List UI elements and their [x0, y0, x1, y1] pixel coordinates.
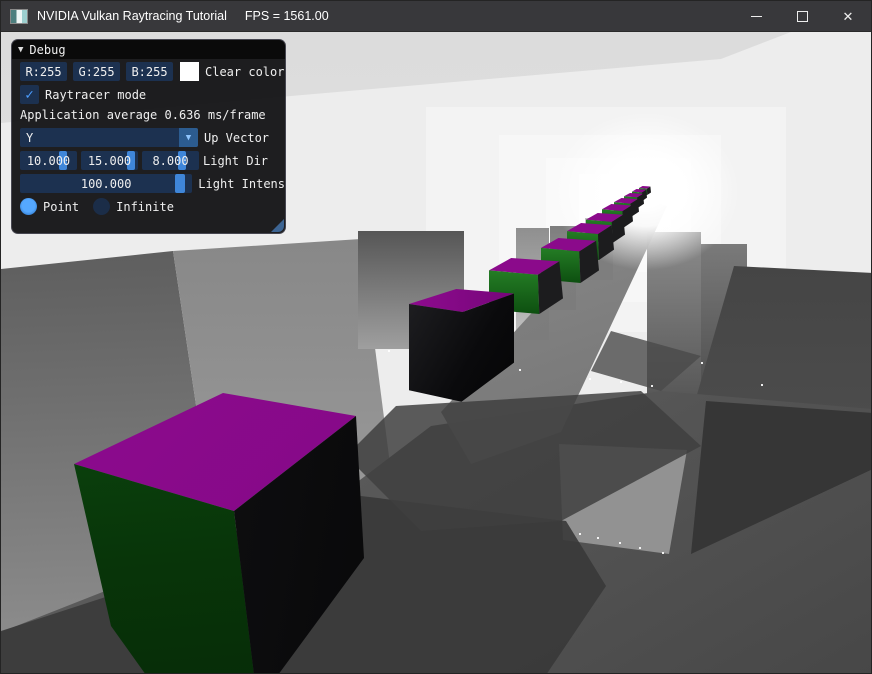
debug-panel: ▼ Debug R:255 G:255 B:255 Clear color ✓ … [11, 39, 286, 234]
firefly-dot [597, 537, 599, 539]
light-dir-z-slider[interactable]: 8.000 [142, 151, 199, 170]
firefly-dot [662, 552, 664, 554]
clear-color-row: R:255 G:255 B:255 Clear color [20, 62, 285, 81]
firefly-dot [619, 542, 621, 544]
checkmark-icon: ✓ [25, 87, 33, 103]
window-title: NVIDIA Vulkan Raytracing Tutorial [37, 9, 227, 23]
up-vector-label: Up Vector [204, 131, 269, 145]
maximize-icon [797, 11, 808, 22]
close-button[interactable]: ✕ [825, 1, 871, 31]
blue-value-button[interactable]: B:255 [126, 62, 173, 81]
collapse-arrow-icon[interactable]: ▼ [18, 45, 23, 55]
scene-cube-middle [409, 289, 514, 404]
green-value-button[interactable]: G:255 [73, 62, 120, 81]
light-type-row: Point Infinite [20, 197, 285, 216]
firefly-dot [579, 533, 581, 535]
light-dir-row: 10.000 15.000 8.000 Light Dir [20, 151, 285, 170]
raytracer-mode-row: ✓ Raytracer mode [20, 85, 285, 104]
app-window: NVIDIA Vulkan Raytracing Tutorial FPS = … [0, 0, 872, 674]
fps-counter: FPS = 1561.00 [245, 9, 329, 23]
clear-color-swatch[interactable] [180, 62, 199, 81]
light-dir-y-slider[interactable]: 15.000 [81, 151, 138, 170]
up-vector-combo[interactable]: Y ▼ [20, 128, 198, 147]
firefly-dot [651, 385, 653, 387]
debug-panel-body: R:255 G:255 B:255 Clear color ✓ Raytrace… [12, 59, 285, 216]
raytracer-mode-label: Raytracer mode [45, 88, 146, 102]
slider-grab[interactable] [175, 174, 185, 193]
app-icon [10, 9, 28, 24]
light-intensity-row: 100.000 Light Intens [20, 174, 285, 193]
close-icon: ✕ [843, 10, 854, 23]
maximize-button[interactable] [779, 1, 825, 31]
minimize-icon [751, 16, 762, 17]
light-type-point-radio[interactable] [20, 198, 37, 215]
clear-color-label: Clear color [205, 65, 284, 79]
panel-resize-grip[interactable] [271, 219, 284, 232]
red-value-button[interactable]: R:255 [20, 62, 67, 81]
title-bar[interactable]: NVIDIA Vulkan Raytracing Tutorial FPS = … [1, 1, 871, 32]
performance-text: Application average 0.636 ms/frame (15 [20, 108, 280, 123]
firefly-dot [388, 350, 390, 352]
light-dir-x-slider[interactable]: 10.000 [20, 151, 77, 170]
combo-dropdown-button[interactable]: ▼ [179, 128, 198, 147]
light-type-infinite-label: Infinite [116, 200, 174, 214]
minimize-button[interactable] [733, 1, 779, 31]
raytracer-mode-checkbox[interactable]: ✓ [20, 85, 39, 104]
light-type-infinite-radio[interactable] [93, 198, 110, 215]
window-controls: ✕ [733, 1, 871, 31]
firefly-dot [519, 369, 521, 371]
debug-panel-title: Debug [29, 43, 65, 57]
debug-panel-header[interactable]: ▼ Debug [12, 40, 285, 59]
up-vector-row: Y ▼ Up Vector [20, 128, 285, 147]
light-intensity-label: Light Intens [198, 177, 285, 191]
light-type-point-label: Point [43, 200, 79, 214]
chevron-down-icon: ▼ [186, 133, 191, 143]
firefly-dot [639, 547, 641, 549]
firefly-dot [589, 378, 591, 380]
firefly-dot [761, 384, 763, 386]
light-dir-label: Light Dir [203, 154, 268, 168]
firefly-dot [701, 362, 703, 364]
firefly-dot [620, 381, 622, 383]
light-intensity-slider[interactable]: 100.000 [20, 174, 192, 193]
up-vector-value: Y [26, 131, 33, 145]
